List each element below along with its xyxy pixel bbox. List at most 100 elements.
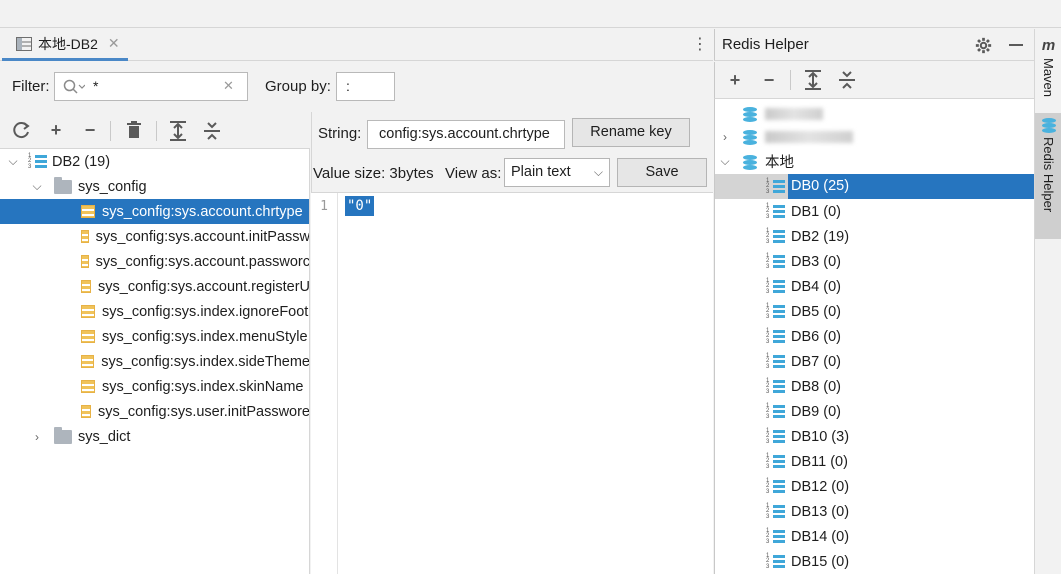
tree-key-row[interactable]: sys_config:sys.user.initPasswore	[0, 399, 309, 424]
collapse-all-icon[interactable]	[202, 121, 222, 141]
save-button[interactable]: Save	[617, 158, 707, 187]
db-row[interactable]: 123 DB9 (0)	[715, 399, 1034, 424]
chevron-down-icon[interactable]: ⌵	[6, 154, 20, 169]
tree-key-row[interactable]: sys_config:sys.account.passworc	[0, 249, 309, 274]
chevron-down-icon: ⌵	[593, 165, 603, 179]
rename-key-button[interactable]: Rename key	[572, 118, 690, 147]
tree-key-row[interactable]: sys_config:sys.index.ignoreFoot	[0, 299, 309, 324]
tree-key-row[interactable]: sys_config:sys.index.skinName	[0, 374, 309, 399]
tree-key-row[interactable]: sys_config:sys.index.sideTheme	[0, 349, 310, 374]
tree-group-sys-config[interactable]: ⌵ sys_config	[0, 174, 309, 199]
database-icon: 123	[766, 228, 788, 245]
connection-row-blurred[interactable]: ›	[715, 124, 1034, 149]
table-icon	[16, 36, 32, 51]
key-label: sys_config:sys.account.initPassw	[95, 228, 310, 245]
string-label: String:	[318, 125, 362, 142]
db-label: DB7 (0)	[791, 353, 841, 370]
key-tree: ⌵ 123 DB2 (19) ⌵ sys_config sys_config:s…	[0, 148, 310, 574]
db-label: DB10 (3)	[791, 428, 850, 445]
db-row[interactable]: 123 DB7 (0)	[715, 349, 1034, 374]
more-options-icon[interactable]: ⋮	[692, 36, 708, 54]
database-icon: 123	[766, 403, 788, 420]
search-icon	[63, 79, 85, 94]
db-row[interactable]: 123 DB4 (0)	[715, 274, 1034, 299]
connection-row-blurred[interactable]	[715, 101, 1034, 126]
remove-connection-icon[interactable]: −	[758, 69, 780, 91]
key-name-input[interactable]: config:sys.account.chrtype	[367, 120, 565, 149]
db-row[interactable]: 123 DB2 (19)	[715, 224, 1034, 249]
database-icon: 123	[766, 328, 788, 345]
db-row[interactable]: 123 DB8 (0)	[715, 374, 1034, 399]
db-row[interactable]: 123 DB1 (0)	[715, 199, 1034, 224]
value-text[interactable]: "0"	[345, 196, 375, 216]
database-icon: 123	[766, 528, 788, 545]
remove-icon[interactable]: −	[79, 119, 101, 141]
db-row[interactable]: 123 DB12 (0)	[715, 474, 1034, 499]
db-row[interactable]: 123 DB5 (0)	[715, 299, 1034, 324]
value-editor[interactable]: 1 "0"	[311, 192, 713, 574]
folder-icon	[54, 176, 72, 194]
connection-row-local[interactable]: ⌵ 本地	[715, 149, 1034, 174]
database-icon: 123	[766, 378, 788, 395]
blurred-connection-name	[765, 107, 823, 120]
tree-db-node[interactable]: ⌵ 123 DB2 (19)	[0, 149, 309, 174]
blurred-connection-name	[765, 130, 853, 143]
clear-filter-icon[interactable]: ✕	[223, 78, 234, 94]
group-by-value: :	[346, 78, 350, 94]
refresh-icon[interactable]	[12, 121, 32, 139]
redis-helper-tool-tab[interactable]: Redis Helper	[1035, 113, 1061, 239]
expand-all-icon[interactable]	[168, 121, 188, 141]
chevron-right-icon[interactable]: ›	[30, 430, 44, 444]
tree-key-row[interactable]: sys_config:sys.account.chrtype	[0, 199, 309, 224]
key-label: sys_config:sys.index.sideTheme	[101, 353, 310, 370]
chevron-down-icon[interactable]: ⌵	[718, 154, 732, 169]
group-by-label: Group by:	[265, 78, 331, 95]
filter-input[interactable]: * ✕	[54, 72, 248, 101]
string-key-icon	[81, 255, 89, 268]
view-as-value: Plain text	[511, 164, 571, 180]
maven-tool-tab[interactable]: m Maven	[1035, 33, 1061, 107]
gear-icon[interactable]	[975, 37, 992, 54]
db-row[interactable]: 123 DB0 (25)	[715, 174, 1034, 199]
db-row[interactable]: 123 DB11 (0)	[715, 449, 1034, 474]
folder-icon	[54, 426, 72, 444]
tree-key-row[interactable]: sys_config:sys.index.menuStyle	[0, 324, 309, 349]
maven-tab-label: Maven	[1041, 58, 1056, 98]
string-key-icon	[81, 380, 95, 393]
group-by-input[interactable]: :	[336, 72, 395, 101]
chevron-down-icon[interactable]: ⌵	[30, 179, 44, 194]
database-icon: 123	[766, 178, 788, 195]
db-row[interactable]: 123 DB3 (0)	[715, 249, 1034, 274]
tree-group-sys-dict[interactable]: › sys_dict	[0, 424, 309, 449]
add-connection-icon[interactable]: +	[724, 69, 746, 91]
db-row[interactable]: 123 DB15 (0)	[715, 549, 1034, 574]
key-label: sys_config:sys.account.chrtype	[102, 203, 303, 220]
tree-key-row[interactable]: sys_config:sys.account.registerU	[0, 274, 309, 299]
tree-key-row[interactable]: sys_config:sys.account.initPassw	[0, 224, 310, 249]
toolbar-divider	[790, 70, 791, 90]
editor-tab[interactable]: 本地-DB2 ✕	[2, 29, 128, 61]
collapse-all-icon[interactable]	[837, 70, 857, 90]
database-icon: 123	[766, 453, 788, 470]
view-as-select[interactable]: Plain text ⌵	[504, 158, 610, 187]
string-key-icon	[81, 405, 92, 418]
close-tab-icon[interactable]: ✕	[108, 35, 120, 52]
db-row[interactable]: 123 DB14 (0)	[715, 524, 1034, 549]
db-row[interactable]: 123 DB10 (3)	[715, 424, 1034, 449]
db-label: DB13 (0)	[791, 503, 850, 520]
database-icon: 123	[28, 153, 50, 170]
db-label: DB4 (0)	[791, 278, 841, 295]
db-row[interactable]: 123 DB6 (0)	[715, 324, 1034, 349]
minimize-icon[interactable]	[1009, 44, 1023, 46]
db-label: DB8 (0)	[791, 378, 841, 395]
delete-icon[interactable]	[126, 121, 142, 139]
filter-row: Filter: * ✕ Group by: :	[0, 62, 713, 110]
db-label: DB11 (0)	[791, 453, 848, 470]
title-area	[0, 0, 1061, 28]
db-row[interactable]: 123 DB13 (0)	[715, 499, 1034, 524]
filter-value: *	[93, 78, 99, 94]
database-icon: 123	[766, 203, 788, 220]
add-icon[interactable]: +	[45, 119, 67, 141]
expand-all-icon[interactable]	[803, 70, 823, 90]
chevron-right-icon[interactable]: ›	[718, 130, 732, 144]
